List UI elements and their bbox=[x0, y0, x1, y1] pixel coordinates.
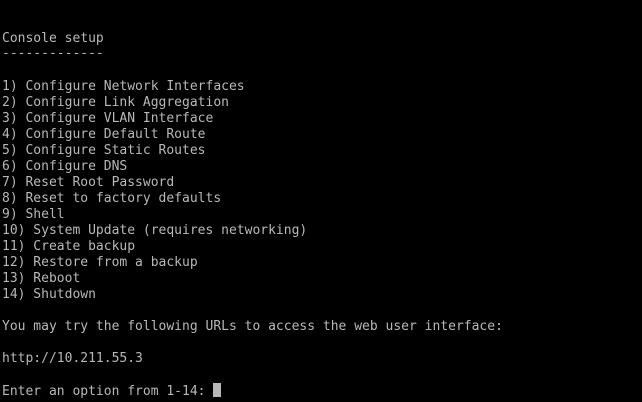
menu-item-configure-dns: 6) Configure DNS bbox=[2, 159, 128, 174]
menu-item-reboot: 13) Reboot bbox=[2, 271, 81, 286]
prompt-text: Enter an option from 1-14: bbox=[2, 384, 206, 399]
menu-item-configure-static-routes: 5) Configure Static Routes bbox=[2, 143, 206, 158]
terminal-screen[interactable]: Console setup ------------- 1) Configure… bbox=[0, 0, 642, 402]
menu-item-restore-backup: 12) Restore from a backup bbox=[2, 255, 198, 270]
menu-item-system-update: 10) System Update (requires networking) bbox=[2, 223, 308, 238]
text-cursor bbox=[212, 383, 221, 397]
console-title: Console setup bbox=[2, 31, 104, 46]
url-message: You may try the following URLs to access… bbox=[2, 319, 503, 334]
menu-item-shell: 9) Shell bbox=[2, 207, 65, 222]
menu-item-reset-root-password: 7) Reset Root Password bbox=[2, 175, 175, 190]
menu-item-shutdown: 14) Shutdown bbox=[2, 287, 96, 302]
web-url: http://10.211.55.3 bbox=[2, 351, 143, 366]
menu-item-configure-vlan-interface: 3) Configure VLAN Interface bbox=[2, 111, 214, 126]
title-underline: ------------- bbox=[2, 46, 104, 61]
menu-item-configure-link-aggregation: 2) Configure Link Aggregation bbox=[2, 95, 229, 110]
menu-list: 1) Configure Network Interfaces 2) Confi… bbox=[0, 79, 308, 303]
menu-item-configure-default-route: 4) Configure Default Route bbox=[2, 127, 206, 142]
menu-item-create-backup: 11) Create backup bbox=[2, 239, 136, 254]
menu-item-configure-network-interfaces: 1) Configure Network Interfaces bbox=[2, 79, 245, 94]
menu-item-reset-factory-defaults: 8) Reset to factory defaults bbox=[2, 191, 222, 206]
prompt-line[interactable]: Enter an option from 1-14: bbox=[2, 383, 221, 399]
